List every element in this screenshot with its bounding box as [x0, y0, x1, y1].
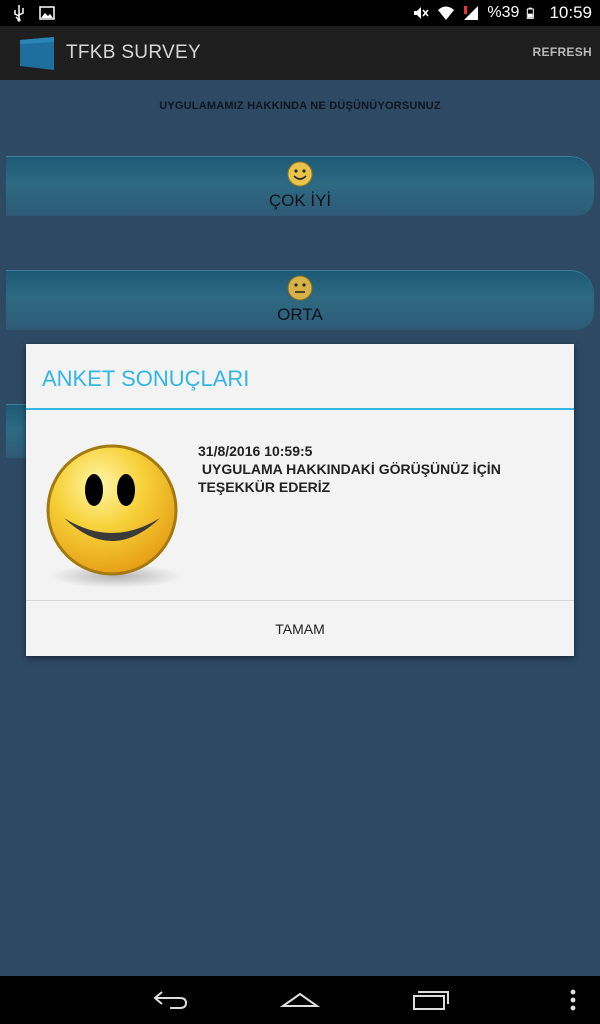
recent-apps-icon[interactable] — [410, 988, 450, 1010]
image-icon — [39, 6, 55, 20]
option-button-orta[interactable]: ORTA — [6, 270, 594, 330]
dialog-title-divider — [26, 408, 574, 410]
app-logo-icon — [20, 37, 54, 70]
screen: %39 10:59 TFKB SURVEY REFRESH UYGULAMAMI… — [0, 0, 600, 1024]
neutral-face-icon — [287, 275, 313, 301]
smiley-face-icon — [46, 444, 182, 588]
option-button-cok-iyi[interactable]: ÇOK İYİ — [6, 156, 594, 216]
dialog-timestamp: 31/8/2016 10:59:5 — [198, 443, 313, 459]
status-bar-left — [10, 4, 56, 22]
usb-icon — [14, 5, 24, 22]
status-bar: %39 10:59 — [0, 0, 600, 26]
navigation-bar — [0, 976, 600, 1024]
status-bar-right: %39 10:59 — [412, 3, 592, 23]
overflow-menu-icon[interactable] — [566, 988, 580, 1012]
refresh-button[interactable]: REFRESH — [533, 45, 592, 59]
signal-icon — [464, 6, 479, 20]
dialog-message-line2: TEŞEKKÜR EDERİZ — [198, 479, 331, 495]
wifi-icon — [438, 6, 455, 20]
back-icon[interactable] — [152, 988, 190, 1010]
option-button-partial[interactable] — [6, 404, 28, 458]
option-label: ORTA — [277, 305, 323, 324]
app-title: TFKB SURVEY — [66, 42, 201, 63]
battery-percent: %39 — [487, 4, 520, 21]
action-bar: TFKB SURVEY REFRESH — [0, 26, 600, 80]
dialog-title: ANKET SONUÇLARI — [42, 366, 250, 391]
survey-question: UYGULAMAMIZ HAKKINDA NE DÜŞÜNÜYORSUNUZ — [159, 100, 441, 112]
mute-icon — [414, 7, 430, 19]
dialog-message: 31/8/2016 10:59:5 UYGULAMA HAKKINDAKİ GÖ… — [198, 442, 558, 496]
clock: 10:59 — [549, 3, 592, 22]
ok-button[interactable]: TAMAM — [26, 601, 574, 656]
results-dialog: ANKET SONUÇLARI 31/8/2016 10:59:5 UYGULA… — [26, 344, 574, 656]
option-label: ÇOK İYİ — [268, 191, 332, 210]
battery-icon — [527, 7, 535, 19]
happy-face-icon — [287, 161, 313, 187]
home-icon[interactable] — [280, 988, 320, 1010]
dialog-message-line1: UYGULAMA HAKKINDAKİ GÖRÜŞÜNÜZ İÇİN — [198, 461, 501, 477]
